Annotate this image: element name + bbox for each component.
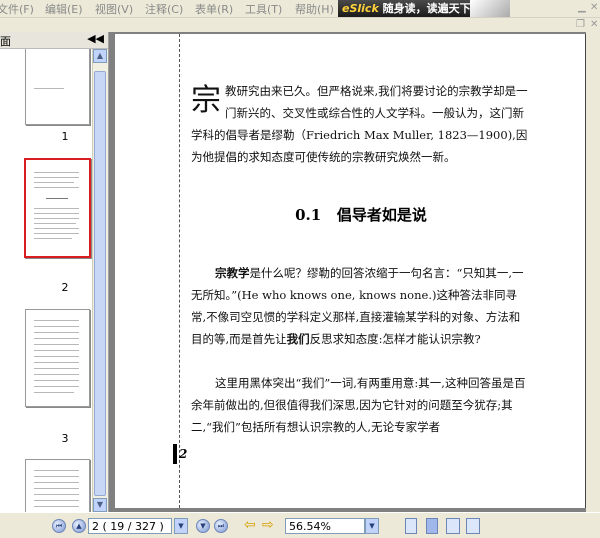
close-icon[interactable]: ✕	[590, 2, 598, 13]
menu-file[interactable]: 文件(F)	[0, 1, 34, 17]
forward-arrow-icon[interactable]: ⇨	[262, 517, 274, 533]
thumbnail-number: 3	[61, 432, 69, 445]
toolbar-strip: ❐ ✕	[0, 18, 600, 32]
continuous-facing-view-icon[interactable]	[466, 518, 480, 534]
document-view[interactable]: 宗教研究由来已久。但严格说来,我们将要讨论的宗教学却是一门新兴的、交叉性或综合性…	[109, 32, 600, 512]
previous-page-icon[interactable]: ▲	[72, 519, 86, 533]
menu-bar: 文件(F) 编辑(E) 视图(V) 注释(C) 表单(R) 工具(T) 帮助(H…	[0, 0, 600, 18]
thumbnail-page-2[interactable]	[24, 158, 91, 258]
thumbnail-number: 2	[61, 281, 69, 294]
thumbnail-page-4[interactable]	[25, 459, 90, 512]
section-number: 0.1	[295, 206, 322, 224]
thumbnail-scrollbar[interactable]: ▲ ▼	[92, 49, 108, 512]
paragraph-text: 这里用黑体突出“我们”一词,有两重用意:其一,这种回答虽是百余年前做出的,但很值…	[191, 376, 526, 434]
page-marker	[173, 444, 177, 464]
bold-term: 宗教学	[215, 266, 250, 280]
doc-close-icon[interactable]: ✕	[590, 19, 598, 30]
zoom-dropdown-icon[interactable]: ▼	[365, 518, 379, 534]
thumbnail-panel: 面 ◀◀ 1 2 3 ▲ ▼	[0, 32, 109, 512]
scroll-up-icon[interactable]: ▲	[93, 49, 107, 63]
intro-paragraph: 宗教研究由来已久。但严格说来,我们将要讨论的宗教学却是一门新兴的、交叉性或综合性…	[191, 80, 531, 168]
menu-edit[interactable]: 编辑(E)	[45, 1, 83, 17]
section-heading: 0.1 倡导者如是说	[191, 204, 531, 225]
menu-help[interactable]: 帮助(H)	[295, 1, 334, 17]
scroll-down-icon[interactable]: ▼	[93, 498, 107, 512]
continuous-view-icon[interactable]	[426, 518, 438, 534]
thumbnail-list: 1 2 3	[0, 49, 92, 512]
intro-text: 教研究由来已久。但严格说来,我们将要讨论的宗教学却是一门新兴的、交叉性或综合性的…	[191, 84, 528, 164]
facing-view-icon[interactable]	[446, 518, 460, 534]
paragraph-text: 反思求知态度:怎样才能认识宗教?	[309, 332, 481, 346]
document-scrollbar-area[interactable]	[586, 32, 600, 512]
last-page-icon[interactable]: ⏭	[214, 519, 228, 533]
mouse-image-icon	[470, 0, 510, 17]
section-title: 倡导者如是说	[336, 206, 427, 224]
drop-cap: 宗	[191, 83, 221, 118]
restore-icon[interactable]: ❐	[576, 19, 585, 30]
page-number: 2	[179, 447, 188, 461]
ad-banner[interactable]: eSlick 随身读，读遍天下书！	[338, 0, 510, 17]
back-arrow-icon[interactable]: ⇦	[244, 517, 256, 533]
collapse-panel-icon[interactable]: ◀◀	[87, 32, 104, 45]
body-paragraph-1: 宗教学是什么呢？缪勒的回答浓缩于一句名言：“只知其一,一无所知。”(He who…	[191, 262, 531, 350]
scrollbar-thumb[interactable]	[94, 71, 106, 496]
menu-form[interactable]: 表单(R)	[195, 1, 233, 17]
panel-title: 面	[0, 35, 11, 48]
bold-term: 我们	[286, 332, 310, 346]
first-page-icon[interactable]: ⏮	[52, 519, 66, 533]
menu-view[interactable]: 视图(V)	[95, 1, 133, 17]
page-dropdown-icon[interactable]: ▼	[174, 518, 188, 534]
thumbnail-page-1[interactable]	[25, 49, 90, 125]
navigation-bar: ⏮ ▲ 2 ( 19 / 327 ) ▼ ▼ ⏭ ⇦ ⇨ 56.54% ▼	[0, 512, 600, 538]
margin-guide	[179, 34, 180, 508]
next-page-icon[interactable]: ▼	[196, 519, 210, 533]
thumbnail-number: 1	[61, 130, 69, 143]
menu-tools[interactable]: 工具(T)	[245, 1, 282, 17]
body-paragraph-2: 这里用黑体突出“我们”一词,有两重用意:其一,这种回答虽是百余年前做出的,但很值…	[191, 372, 531, 438]
single-page-view-icon[interactable]	[405, 518, 417, 534]
thumbnail-page-3[interactable]	[25, 309, 90, 407]
panel-header: 面 ◀◀	[0, 32, 108, 49]
menu-comment[interactable]: 注释(C)	[145, 1, 183, 17]
banner-brand: eSlick	[342, 2, 379, 15]
document-page: 宗教研究由来已久。但严格说来,我们将要讨论的宗教学却是一门新兴的、交叉性或综合性…	[115, 34, 586, 508]
page-number-field[interactable]: 2 ( 19 / 327 )	[88, 518, 172, 534]
zoom-field[interactable]: 56.54%	[285, 518, 365, 534]
minimize-icon[interactable]: ▁	[578, 2, 586, 13]
